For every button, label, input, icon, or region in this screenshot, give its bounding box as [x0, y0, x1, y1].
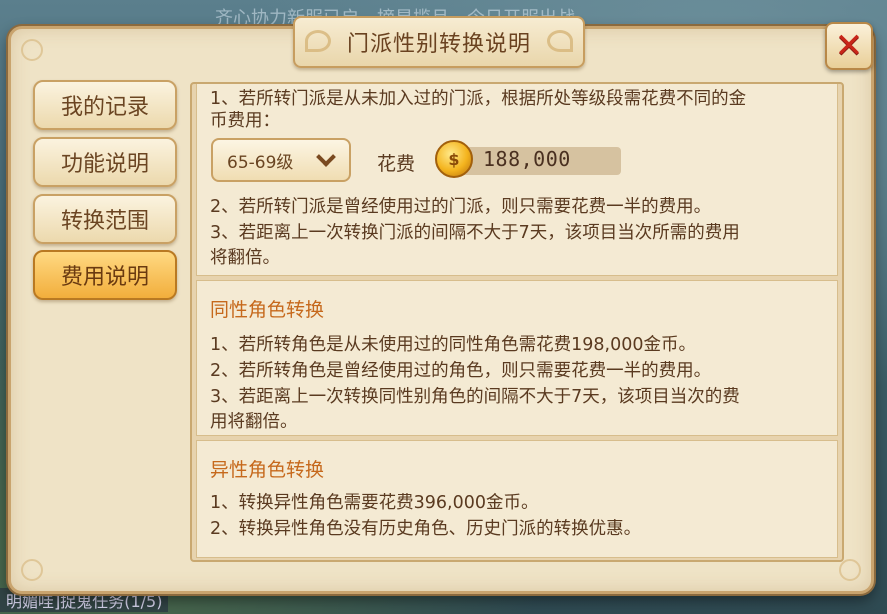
tab-label: 功能说明 — [60, 152, 149, 177]
tab-label: 费用说明 — [60, 265, 149, 290]
diff-gender-rule-1: 1、转换异性角色需要花费396,000金币。 — [210, 493, 539, 513]
same-gender-rule-1: 1、若所转角色是从未使用过的同性角色需花费198,000金币。 — [210, 335, 696, 355]
fee-label: 花费 — [377, 153, 416, 175]
close-icon: ✕ — [834, 26, 864, 66]
same-gender-rule-2: 2、若所转角色是曾经使用过的角色，则只需要花费一半的费用。 — [210, 361, 712, 381]
close-button[interactable]: ✕ — [825, 22, 873, 70]
level-range-dropdown[interactable]: 65-69级 — [211, 138, 351, 182]
same-gender-section: 同性角色转换 1、若所转角色是从未使用过的同性角色需花费198,000金币。 2… — [196, 280, 838, 436]
tab-label: 转换范围 — [60, 209, 149, 234]
sect-rule-3a: 3、若距离上一次转换门派的间隔不大于7天，该项目当次所需的费用 — [210, 223, 740, 243]
sect-rule-1a: 1、若所转门派是从未加入过的门派，根据所处等级段需花费不同的金 — [210, 89, 747, 109]
dialog-title: 门派性别转换说明 — [346, 32, 531, 57]
tab-fee-description[interactable]: 费用说明 — [33, 250, 177, 300]
diff-gender-heading: 异性角色转换 — [210, 459, 325, 481]
corner-ornament — [21, 39, 43, 61]
fee-value: 188,000 — [483, 147, 571, 171]
title-banner: 门派性别转换说明 — [293, 16, 585, 68]
tab-label: 我的记录 — [60, 95, 149, 120]
gold-coin-icon: $ — [435, 140, 473, 178]
tab-conversion-scope[interactable]: 转换范围 — [33, 194, 177, 244]
sect-rule-2: 2、若所转门派是曾经使用过的门派，则只需要花费一半的费用。 — [210, 197, 712, 217]
tab-function-description[interactable]: 功能说明 — [33, 137, 177, 187]
same-gender-rule-3b: 用将翻倍。 — [210, 412, 298, 432]
sect-rule-3b: 将翻倍。 — [210, 248, 280, 268]
chevron-down-icon — [316, 147, 336, 167]
tab-my-records[interactable]: 我的记录 — [33, 80, 177, 130]
diff-gender-section: 异性角色转换 1、转换异性角色需要花费396,000金币。 2、转换异性角色没有… — [196, 440, 838, 558]
cloud-ornament-icon — [305, 30, 331, 52]
corner-ornament — [21, 559, 43, 581]
sect-change-section: 1、若所转门派是从未加入过的门派，根据所处等级段需花费不同的金 币费用： 65-… — [196, 84, 838, 276]
level-range-value: 65-69级 — [227, 152, 294, 173]
corner-ornament — [839, 559, 861, 581]
cloud-ornament-icon — [547, 30, 573, 52]
diff-gender-rule-2: 2、转换异性角色没有历史角色、历史门派的转换优惠。 — [210, 519, 642, 539]
sect-rule-1b: 币费用： — [210, 111, 280, 131]
content-scroll-area[interactable]: 1、若所转门派是从未加入过的门派，根据所处等级段需花费不同的金 币费用： 65-… — [190, 82, 844, 562]
same-gender-rule-3a: 3、若距离上一次转换同性别角色的间隔不大于7天，该项目当次的费 — [210, 387, 740, 407]
same-gender-heading: 同性角色转换 — [210, 299, 325, 321]
